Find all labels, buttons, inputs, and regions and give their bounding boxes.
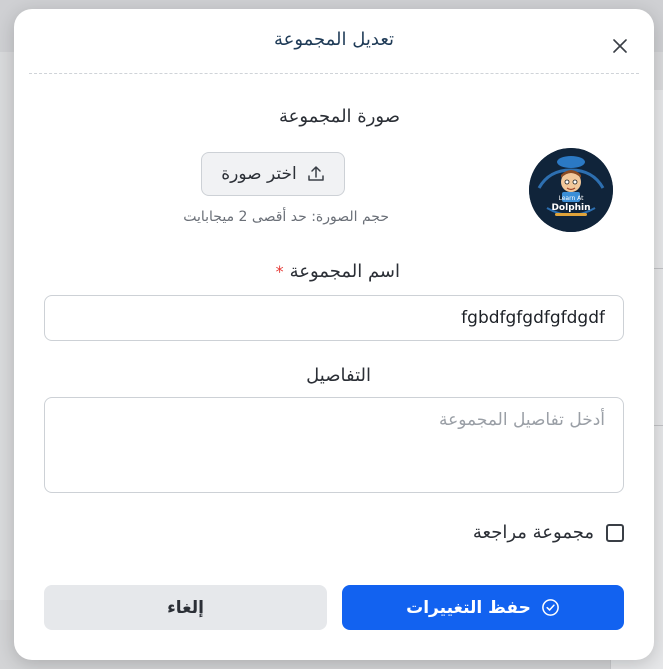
close-button[interactable] [609, 35, 631, 57]
choose-image-label: اختر صورة [221, 164, 297, 184]
required-marker: * [275, 262, 284, 281]
cancel-label: إلغاء [167, 597, 204, 618]
logo-learn-at-text: Learn At [558, 195, 584, 202]
group-name-input[interactable] [44, 295, 624, 341]
dolphin-logo: Learn At Dolphin [529, 148, 613, 232]
group-name-label-row: اسم المجموعة * [276, 261, 400, 282]
check-circle-icon [542, 599, 559, 616]
save-changes-label: حفظ التغييرات [406, 597, 531, 618]
review-group-option[interactable]: مجموعة مراجعة [473, 522, 624, 543]
header-divider [29, 73, 639, 74]
group-details-textarea[interactable] [44, 397, 624, 493]
review-group-checkbox[interactable] [606, 523, 624, 542]
dialog-title: تعديل المجموعة [273, 29, 395, 50]
upload-icon [308, 166, 324, 181]
details-label: التفاصيل [306, 365, 371, 386]
save-changes-button[interactable]: حفظ التغييرات [342, 585, 624, 630]
cancel-button[interactable]: إلغاء [44, 585, 327, 630]
close-icon [613, 39, 627, 53]
edit-group-dialog: تعديل المجموعة صورة المجموعة Learn At Do… [14, 9, 654, 660]
logo-dolphin-text: Dolphin [551, 203, 590, 213]
image-size-hint: حجم الصورة: حد أقصى 2 ميجابايت [183, 209, 389, 225]
group-photo-label: صورة المجموعة [278, 106, 400, 127]
group-avatar: Learn At Dolphin [529, 148, 613, 232]
review-group-label: مجموعة مراجعة [472, 522, 594, 543]
choose-image-button[interactable]: اختر صورة [201, 152, 345, 196]
group-name-label: اسم المجموعة [289, 261, 400, 282]
